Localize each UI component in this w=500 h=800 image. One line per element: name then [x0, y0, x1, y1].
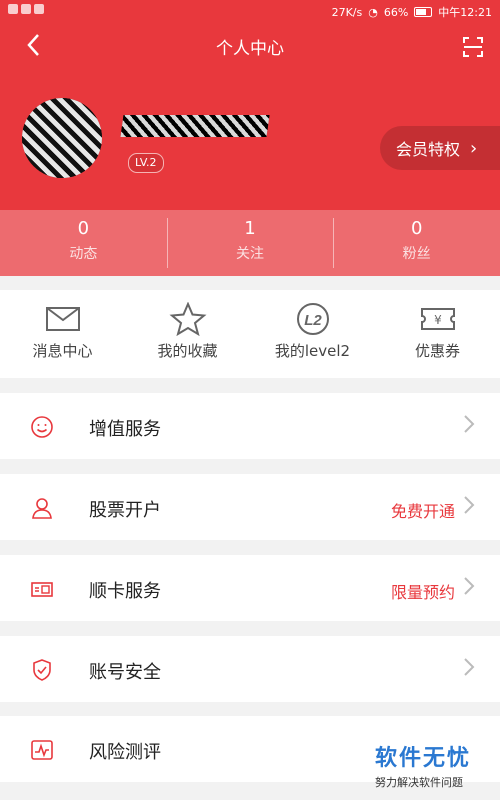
- status-bar: 27K/s ◔ 66% 中午12:21: [0, 0, 500, 22]
- svg-text:¥: ¥: [434, 313, 442, 327]
- chevron-right-icon: [464, 415, 475, 433]
- level-badge: LV.2: [128, 153, 164, 173]
- level2-icon: L2: [296, 303, 329, 335]
- vip-privileges-label: 会员特权: [396, 140, 461, 159]
- stats-bar: 0 动态 1 关注 0 粉丝: [0, 210, 500, 276]
- cloud-icon: [34, 4, 44, 14]
- notification-icons: [8, 4, 44, 14]
- quick-action-label: 优惠券: [414, 342, 460, 360]
- quick-action-coupons[interactable]: ¥ 优惠券: [375, 290, 500, 378]
- chevron-right-icon: [464, 658, 475, 676]
- profile-header: 27K/s ◔ 66% 中午12:21 个人中心 LV.2 会员特权 ›: [0, 0, 500, 210]
- stat-value: 0: [410, 218, 423, 239]
- card-icon: [31, 582, 53, 597]
- shield-icon: [33, 659, 51, 681]
- clock: 中午12:21: [438, 6, 492, 19]
- notification-icon: [8, 4, 18, 14]
- quick-actions: 消息中心 我的收藏 L2 我的level2 ¥ 优惠券: [0, 290, 500, 378]
- battery-percent: 66%: [383, 5, 409, 19]
- svg-text:L2: L2: [304, 312, 322, 329]
- stat-label: 动态: [69, 246, 98, 262]
- quick-action-label: 消息中心: [32, 342, 93, 360]
- menu-item-label: 风险测评: [89, 742, 161, 763]
- chart-icon: [31, 740, 53, 760]
- menu-item-value-added[interactable]: 增值服务: [0, 393, 500, 459]
- menu-item-label: 股票开户: [89, 500, 161, 521]
- quick-action-messages[interactable]: 消息中心: [0, 290, 125, 378]
- chevron-right-icon: [464, 577, 475, 595]
- stat-posts[interactable]: 0 动态: [0, 210, 167, 276]
- network-speed: 27K/s: [331, 5, 363, 19]
- avatar[interactable]: [22, 98, 102, 178]
- smile-icon: [31, 416, 53, 438]
- stat-value: 0: [77, 218, 90, 239]
- chevron-right-icon: [464, 496, 475, 514]
- menu-item-action-text: 免费开通: [390, 502, 455, 521]
- menu-item-label: 账号安全: [89, 662, 161, 683]
- stat-value: 1: [244, 218, 256, 239]
- menu-item-stock-account[interactable]: 股票开户 免费开通: [0, 474, 500, 540]
- watermark-subtitle: 努力解决软件问题: [375, 776, 463, 789]
- quick-action-level2[interactable]: L2 我的level2: [250, 290, 375, 378]
- stat-label: 粉丝: [402, 246, 431, 262]
- star-icon: [168, 302, 207, 336]
- stat-label: 关注: [236, 246, 264, 262]
- chevron-right-icon: ›: [470, 137, 478, 159]
- stat-following[interactable]: 1 关注: [166, 210, 334, 276]
- mail-icon: [45, 307, 80, 331]
- username-redacted: [120, 115, 270, 137]
- quick-action-label: 我的收藏: [157, 342, 218, 360]
- menu-item-label: 增值服务: [89, 419, 161, 440]
- vip-privileges-button[interactable]: 会员特权 ›: [380, 126, 500, 170]
- scan-button[interactable]: [462, 36, 484, 58]
- notification-icon: [21, 4, 31, 14]
- quick-action-label: 我的level2: [274, 342, 351, 360]
- watermark: 软件无忧 努力解决软件问题: [375, 740, 500, 790]
- watermark-title: 软件无忧: [375, 746, 472, 771]
- status-right: 27K/s ◔ 66% 中午12:21: [332, 4, 492, 20]
- menu-item-label: 顺卡服务: [89, 581, 161, 602]
- wifi-icon: ◔: [368, 5, 378, 19]
- menu-item-action-text: 限量预约: [390, 583, 455, 602]
- menu-item-account-security[interactable]: 账号安全: [0, 636, 500, 702]
- battery-icon: [414, 7, 433, 17]
- coupon-icon: ¥: [420, 308, 455, 330]
- page-title: 个人中心: [216, 39, 284, 59]
- menu-item-card-service[interactable]: 顺卡服务 限量预约: [0, 555, 500, 621]
- quick-action-favorites[interactable]: 我的收藏: [125, 290, 250, 378]
- stat-followers[interactable]: 0 粉丝: [333, 210, 500, 276]
- user-icon: [32, 498, 52, 519]
- scan-icon: [463, 37, 483, 57]
